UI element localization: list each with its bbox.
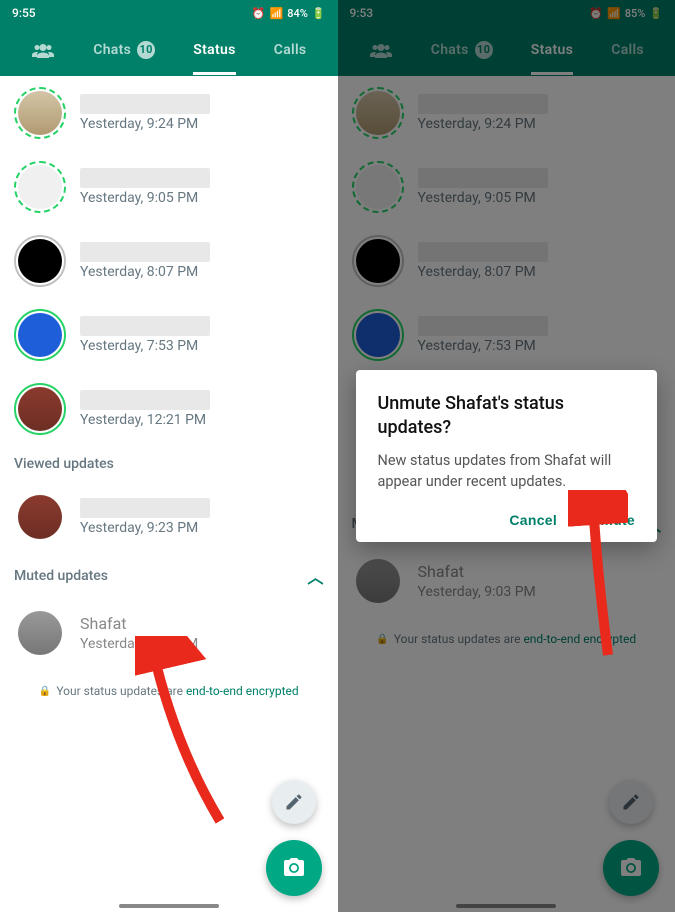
cancel-button[interactable]: Cancel (509, 512, 557, 528)
pencil-icon (284, 792, 304, 812)
status-list[interactable]: Yesterday, 9:24 PM Yesterday, 9:05 PM Ye… (0, 76, 338, 912)
status-item[interactable]: Yesterday, 9:23 PM (0, 480, 338, 554)
edit-status-fab[interactable] (272, 780, 316, 824)
tab-status[interactable]: Status (193, 42, 235, 61)
contact-name (80, 498, 210, 518)
chevron-up-icon: ︿ (307, 564, 323, 588)
muted-updates-header[interactable]: Muted updates ︿ (0, 554, 338, 596)
whatsapp-header: Chats 10 Status Calls (0, 26, 338, 76)
status-time: Yesterday, 9:03 PM (80, 636, 324, 652)
status-time: Yesterday, 8:07 PM (80, 264, 324, 280)
tab-calls[interactable]: Calls (274, 42, 307, 61)
status-item[interactable]: Yesterday, 7:53 PM (0, 298, 338, 372)
contact-name (80, 390, 210, 410)
unmute-dialog: Unmute Shafat's status updates? New stat… (356, 370, 658, 543)
contact-name (80, 94, 210, 114)
community-icon[interactable] (31, 39, 55, 63)
contact-name (80, 316, 210, 336)
avatar (18, 611, 62, 655)
battery-text: 84% (287, 7, 308, 20)
status-time: Yesterday, 12:21 PM (80, 412, 324, 428)
avatar (18, 165, 62, 209)
status-time: Yesterday, 9:24 PM (80, 116, 324, 132)
avatar (18, 313, 62, 357)
avatar (18, 495, 62, 539)
camera-icon (282, 856, 306, 880)
encryption-notice[interactable]: 🔒 Your status updates are end-to-end enc… (0, 670, 338, 712)
phone-right: 9:53 ⏰ 📶 85% 🔋 Chats 10 Status Calls Yes… (338, 0, 675, 912)
status-time: Yesterday, 9:05 PM (80, 190, 324, 206)
status-item[interactable]: Yesterday, 8:07 PM (0, 224, 338, 298)
tab-chats[interactable]: Chats 10 (93, 41, 155, 62)
viewed-updates-header[interactable]: Viewed updates (0, 446, 338, 480)
status-item[interactable]: Yesterday, 9:24 PM (0, 76, 338, 150)
dialog-title: Unmute Shafat's status updates? (378, 392, 636, 441)
status-icons: ⏰ 📶 84% 🔋 (252, 7, 326, 20)
lock-icon: 🔒 (39, 686, 51, 697)
clock: 9:55 (12, 6, 36, 20)
avatar (18, 387, 62, 431)
phone-left: 9:55 ⏰ 📶 84% 🔋 Chats 10 Status Calls Yes… (0, 0, 338, 912)
battery-icon: 🔋 (312, 7, 326, 20)
status-time: Yesterday, 7:53 PM (80, 338, 324, 354)
chats-badge: 10 (137, 41, 155, 59)
android-nav-indicator (119, 904, 219, 908)
status-item[interactable]: Yesterday, 9:05 PM (0, 150, 338, 224)
contact-name (80, 168, 210, 188)
dialog-overlay: Unmute Shafat's status updates? New stat… (338, 0, 675, 912)
status-time: Yesterday, 9:23 PM (80, 520, 324, 536)
alarm-icon: ⏰ (252, 7, 266, 20)
camera-fab[interactable] (266, 840, 322, 896)
status-item[interactable]: Yesterday, 12:21 PM (0, 372, 338, 446)
unmute-button[interactable]: Unmute (581, 512, 635, 528)
status-item-muted[interactable]: Shafat Yesterday, 9:03 PM (0, 596, 338, 670)
avatar (18, 239, 62, 283)
wifi-icon: 📶 (269, 7, 283, 20)
dialog-message: New status updates from Shafat will appe… (378, 450, 636, 492)
contact-name (80, 242, 210, 262)
android-status-bar: 9:55 ⏰ 📶 84% 🔋 (0, 0, 338, 26)
contact-name: Shafat (80, 614, 324, 634)
avatar (18, 91, 62, 135)
